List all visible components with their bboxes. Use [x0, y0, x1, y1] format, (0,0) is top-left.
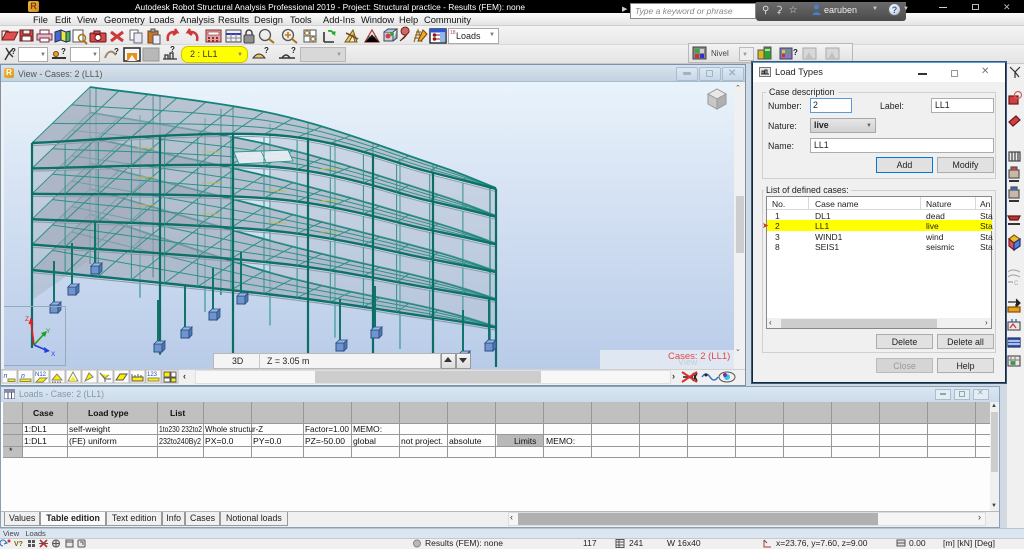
svg-text:Load type: Load type: [88, 408, 129, 418]
svg-text:self-weight: self-weight: [69, 424, 111, 434]
svg-text:232to240By2: 232to240By2: [159, 436, 201, 446]
svg-text:global: global: [353, 436, 376, 446]
svg-text:Z: Z: [25, 316, 29, 323]
svg-text:absolute: absolute: [449, 436, 482, 446]
svg-text:C: C: [1014, 281, 1019, 287]
svg-text:241: 241: [629, 538, 643, 548]
svg-text:?: ?: [170, 45, 175, 54]
svg-text:?: ?: [264, 46, 269, 55]
svg-text:List: List: [170, 408, 185, 418]
svg-text:Limits: Limits: [514, 436, 536, 446]
svg-text:117: 117: [583, 538, 597, 548]
svg-text:Y: Y: [46, 328, 51, 335]
svg-text:MEMO:: MEMO:: [546, 436, 575, 446]
svg-text:1to230 232to2: 1to230 232to2: [159, 424, 202, 434]
svg-text:Case: Case: [33, 408, 54, 418]
svg-text:V?: V?: [14, 541, 23, 548]
svg-text:?: ?: [61, 47, 66, 56]
svg-text:0.00: 0.00: [909, 538, 926, 548]
svg-text:not project.: not project.: [401, 436, 443, 446]
svg-text:PX=0.0: PX=0.0: [205, 436, 234, 446]
svg-text:MEMO:: MEMO:: [353, 424, 382, 434]
svg-text:Whole structur-Z: Whole structur-Z: [205, 424, 263, 434]
svg-text:n: n: [4, 373, 8, 380]
svg-text:[m] [kN] [Deg]: [m] [kN] [Deg]: [943, 538, 995, 548]
svg-text:PZ=-50.00: PZ=-50.00: [305, 436, 345, 446]
svg-text:?: ?: [793, 48, 798, 57]
svg-text:N12: N12: [35, 372, 47, 378]
svg-text:X: X: [51, 351, 56, 358]
svg-text:*: *: [9, 446, 13, 456]
svg-text:PY=0.0: PY=0.0: [253, 436, 282, 446]
svg-text:W 16x40: W 16x40: [667, 538, 701, 548]
svg-text:x=23.76, y=7.60, z=9.00: x=23.76, y=7.60, z=9.00: [776, 538, 868, 548]
svg-text:Factor=1.00: Factor=1.00: [305, 424, 349, 434]
svg-text:1:DL1: 1:DL1: [24, 424, 47, 434]
svg-text:Results (FEM): none: Results (FEM): none: [425, 538, 503, 548]
svg-text:?: ?: [291, 46, 296, 55]
svg-text:123: 123: [147, 372, 158, 378]
svg-text:?: ?: [114, 47, 119, 56]
svg-text:?: ?: [11, 47, 16, 56]
svg-text:(FE) uniform: (FE) uniform: [69, 436, 117, 446]
svg-text:1:DL1: 1:DL1: [24, 436, 47, 446]
